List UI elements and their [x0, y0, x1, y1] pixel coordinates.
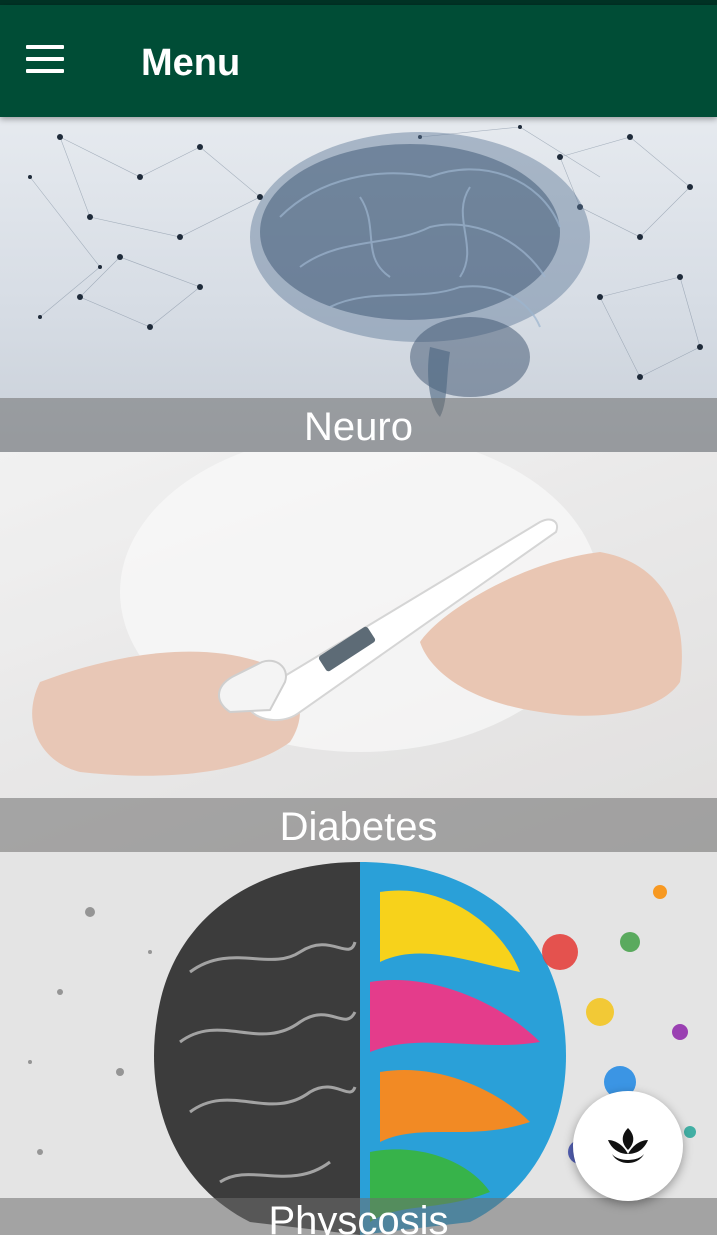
category-card-neuro[interactable]: Neuro	[0, 117, 717, 452]
lotus-icon	[608, 1128, 648, 1163]
page-title: Menu	[141, 42, 241, 84]
lotus-fab-button[interactable]	[573, 1091, 683, 1201]
card-caption-diabetes: Diabetes	[0, 798, 717, 852]
app-bar: Menu	[0, 5, 717, 117]
card-caption-neuro: Neuro	[0, 398, 717, 452]
hamburger-menu-icon[interactable]	[26, 45, 64, 75]
card-caption-physcosis: Physcosis	[0, 1198, 717, 1235]
category-card-diabetes[interactable]: Diabetes	[0, 452, 717, 852]
thermometer-hands-image	[0, 452, 717, 852]
